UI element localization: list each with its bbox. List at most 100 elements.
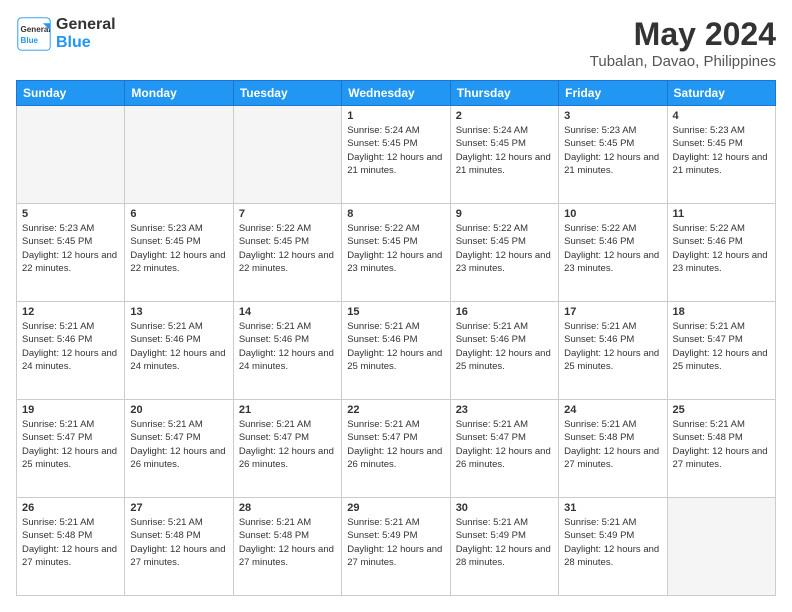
calendar-cell: 30Sunrise: 5:21 AMSunset: 5:49 PMDayligh… [450,498,558,596]
day-number: 20 [130,404,227,416]
calendar-cell: 11Sunrise: 5:22 AMSunset: 5:46 PMDayligh… [667,204,775,302]
header: General Blue General Blue May 2024 Tubal… [16,16,776,70]
day-number: 1 [347,110,444,122]
calendar-cell: 17Sunrise: 5:21 AMSunset: 5:46 PMDayligh… [559,302,667,400]
title-block: May 2024 Tubalan, Davao, Philippines [590,16,776,70]
calendar-table: Sunday Monday Tuesday Wednesday Thursday… [16,80,776,596]
day-info: Sunrise: 5:21 AMSunset: 5:47 PMDaylight:… [673,320,770,373]
calendar-cell: 2 Sunrise: 5:24 AMSunset: 5:45 PMDaylight… [450,106,558,204]
day-info: Sunrise: 5:21 AMSunset: 5:46 PMDaylight:… [456,320,553,373]
day-info: Sunrise: 5:21 AMSunset: 5:47 PMDaylight:… [347,418,444,471]
svg-text:Blue: Blue [21,36,39,45]
day-number: 4 [673,110,770,122]
day-number: 31 [564,502,661,514]
day-number: 8 [347,208,444,220]
calendar-cell: 19Sunrise: 5:21 AMSunset: 5:47 PMDayligh… [17,400,125,498]
day-number: 27 [130,502,227,514]
day-info: Sunrise: 5:24 AMSunset: 5:45 PMDaylight:… [347,124,444,177]
day-number: 26 [22,502,119,514]
calendar-cell: 28Sunrise: 5:21 AMSunset: 5:48 PMDayligh… [233,498,341,596]
day-info: Sunrise: 5:22 AMSunset: 5:45 PMDaylight:… [347,222,444,275]
calendar-cell [667,498,775,596]
day-number: 16 [456,306,553,318]
day-info: Sunrise: 5:21 AMSunset: 5:46 PMDaylight:… [130,320,227,373]
calendar-header-row: Sunday Monday Tuesday Wednesday Thursday… [17,81,776,106]
calendar-cell [233,106,341,204]
calendar-cell: 5 Sunrise: 5:23 AMSunset: 5:45 PMDaylight… [17,204,125,302]
day-number: 30 [456,502,553,514]
logo-line1: General [56,16,116,34]
day-info: Sunrise: 5:22 AMSunset: 5:45 PMDaylight:… [239,222,336,275]
col-wednesday: Wednesday [342,81,450,106]
day-info: Sunrise: 5:21 AMSunset: 5:49 PMDaylight:… [347,516,444,569]
calendar-cell: 21Sunrise: 5:21 AMSunset: 5:47 PMDayligh… [233,400,341,498]
day-info: Sunrise: 5:21 AMSunset: 5:48 PMDaylight:… [564,418,661,471]
logo-text: General Blue [56,16,116,51]
week-row-1: 1 Sunrise: 5:24 AMSunset: 5:45 PMDaylight… [17,106,776,204]
day-number: 25 [673,404,770,416]
calendar-cell: 3 Sunrise: 5:23 AMSunset: 5:45 PMDaylight… [559,106,667,204]
calendar-cell: 31 Sunrise: 5:21 AMSunset: 5:49 PMDayligh… [559,498,667,596]
calendar-cell [125,106,233,204]
col-sunday: Sunday [17,81,125,106]
day-info: Sunrise: 5:23 AMSunset: 5:45 PMDaylight:… [22,222,119,275]
week-row-4: 19Sunrise: 5:21 AMSunset: 5:47 PMDayligh… [17,400,776,498]
calendar-cell: 6Sunrise: 5:23 AMSunset: 5:45 PMDaylight… [125,204,233,302]
day-info: Sunrise: 5:23 AMSunset: 5:45 PMDaylight:… [673,124,770,177]
day-info: Sunrise: 5:21 AMSunset: 5:47 PMDaylight:… [456,418,553,471]
day-info: Sunrise: 5:21 AMSunset: 5:48 PMDaylight:… [130,516,227,569]
day-info: Sunrise: 5:21 AMSunset: 5:48 PMDaylight:… [673,418,770,471]
page: General Blue General Blue May 2024 Tubal… [0,0,792,612]
calendar-cell: 13Sunrise: 5:21 AMSunset: 5:46 PMDayligh… [125,302,233,400]
calendar-cell: 7Sunrise: 5:22 AMSunset: 5:45 PMDaylight… [233,204,341,302]
logo-icon: General Blue [16,16,52,52]
day-info: Sunrise: 5:21 AMSunset: 5:49 PMDaylight:… [564,516,661,569]
calendar-cell: 24 Sunrise: 5:21 AMSunset: 5:48 PMDayligh… [559,400,667,498]
calendar-cell: 14 Sunrise: 5:21 AMSunset: 5:46 PMDayligh… [233,302,341,400]
calendar-cell: 15 Sunrise: 5:21 AMSunset: 5:46 PMDayligh… [342,302,450,400]
calendar-cell: 27 Sunrise: 5:21 AMSunset: 5:48 PMDayligh… [125,498,233,596]
day-info: Sunrise: 5:21 AMSunset: 5:47 PMDaylight:… [130,418,227,471]
day-number: 17 [564,306,661,318]
calendar-cell: 4 Sunrise: 5:23 AMSunset: 5:45 PMDaylight… [667,106,775,204]
day-info: Sunrise: 5:22 AMSunset: 5:46 PMDaylight:… [564,222,661,275]
day-number: 10 [564,208,661,220]
day-number: 12 [22,306,119,318]
day-info: Sunrise: 5:21 AMSunset: 5:46 PMDaylight:… [22,320,119,373]
day-info: Sunrise: 5:21 AMSunset: 5:46 PMDaylight:… [239,320,336,373]
calendar-cell: 10 Sunrise: 5:22 AMSunset: 5:46 PMDayligh… [559,204,667,302]
day-number: 15 [347,306,444,318]
day-number: 3 [564,110,661,122]
day-info: Sunrise: 5:23 AMSunset: 5:45 PMDaylight:… [564,124,661,177]
day-number: 23 [456,404,553,416]
day-number: 18 [673,306,770,318]
day-number: 5 [22,208,119,220]
calendar-cell: 18 Sunrise: 5:21 AMSunset: 5:47 PMDayligh… [667,302,775,400]
day-number: 11 [673,208,770,220]
day-info: Sunrise: 5:21 AMSunset: 5:48 PMDaylight:… [239,516,336,569]
day-info: Sunrise: 5:23 AMSunset: 5:45 PMDaylight:… [130,222,227,275]
calendar-cell: 25 Sunrise: 5:21 AMSunset: 5:48 PMDayligh… [667,400,775,498]
svg-text:General: General [21,25,51,34]
subtitle: Tubalan, Davao, Philippines [590,53,776,70]
calendar-cell: 22Sunrise: 5:21 AMSunset: 5:47 PMDayligh… [342,400,450,498]
day-number: 14 [239,306,336,318]
day-number: 24 [564,404,661,416]
calendar-cell: 9Sunrise: 5:22 AMSunset: 5:45 PMDaylight… [450,204,558,302]
day-info: Sunrise: 5:21 AMSunset: 5:46 PMDaylight:… [347,320,444,373]
logo: General Blue General Blue [16,16,116,52]
col-saturday: Saturday [667,81,775,106]
calendar-cell: 26Sunrise: 5:21 AMSunset: 5:48 PMDayligh… [17,498,125,596]
day-number: 29 [347,502,444,514]
calendar-cell: 29 Sunrise: 5:21 AMSunset: 5:49 PMDayligh… [342,498,450,596]
week-row-5: 26 Sunrise: 5:21 AMSunset: 5:48 PMDayligh… [17,498,776,596]
day-info: Sunrise: 5:24 AMSunset: 5:45 PMDaylight:… [456,124,553,177]
week-row-2: 5 Sunrise: 5:23 AMSunset: 5:45 PMDaylight… [17,204,776,302]
day-number: 21 [239,404,336,416]
col-tuesday: Tuesday [233,81,341,106]
day-number: 2 [456,110,553,122]
calendar-cell: 23 Sunrise: 5:21 AMSunset: 5:47 PMDayligh… [450,400,558,498]
calendar-cell: 8 Sunrise: 5:22 AMSunset: 5:45 PMDaylight… [342,204,450,302]
main-title: May 2024 [590,16,776,53]
day-info: Sunrise: 5:22 AMSunset: 5:45 PMDaylight:… [456,222,553,275]
